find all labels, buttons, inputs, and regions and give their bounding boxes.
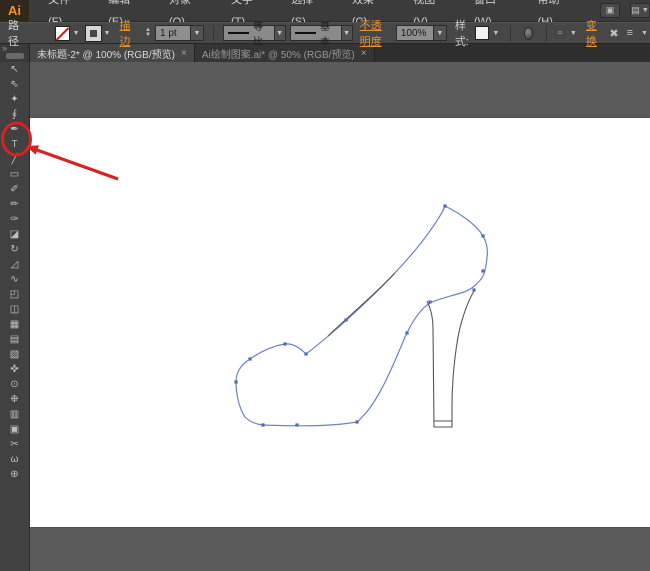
pencil-tool[interactable]: ✏: [0, 197, 30, 212]
select-similar-chevron-down-icon[interactable]: ▼: [639, 30, 650, 37]
eyedropper-tool[interactable]: ✜: [0, 362, 30, 377]
stroke-width-input[interactable]: 1 pt: [154, 25, 191, 41]
document-tab-active[interactable]: 未标题-2* @ 100% (RGB/预览) ×: [30, 44, 195, 62]
tools-panel-grip[interactable]: [6, 53, 24, 59]
slice-tool[interactable]: ✂: [0, 437, 30, 452]
style-label: 样式:: [454, 20, 469, 48]
opacity-panel-link[interactable]: 不透明度: [360, 17, 389, 49]
document-window: ↖ ⇖ ✦ ∮ ✒ T ╱ ▭ ✐ ✏ ✑ ◪ ↻ ◿ ∿ ◰ ◫ ▦ ▤ ▧ ✜ ⊙ ❉ ▥ ▣ ✂ ω ⊕: [0, 62, 650, 571]
symbol-sprayer-tool[interactable]: ❉: [0, 392, 30, 407]
close-icon[interactable]: ×: [361, 48, 367, 59]
align-icon[interactable]: ▫: [556, 27, 564, 39]
width-tool[interactable]: ∿: [0, 272, 30, 287]
rotate-tool[interactable]: ↻: [0, 242, 30, 257]
recolor-artwork-icon[interactable]: [524, 26, 534, 40]
stroke-chevron-down-icon[interactable]: ▼: [102, 30, 113, 37]
brush-chevron-down-icon[interactable]: ▼: [341, 25, 353, 41]
brush-definition-dropdown[interactable]: 基本: [289, 22, 342, 48]
graphic-style-swatch[interactable]: [475, 26, 490, 40]
profile-line-icon: [227, 32, 250, 34]
transform-panel-link[interactable]: 变换: [586, 17, 601, 49]
divider: [546, 25, 547, 41]
gradient-tool[interactable]: ▧: [0, 347, 30, 362]
pen-tool[interactable]: ✒: [0, 122, 30, 137]
paintbrush-tool[interactable]: ✐: [0, 182, 30, 197]
selection-tool[interactable]: ↖: [0, 62, 30, 77]
close-icon[interactable]: ×: [181, 48, 187, 59]
stroke-color-swatch[interactable]: [84, 24, 102, 42]
fill-chevron-down-icon[interactable]: ▼: [71, 30, 82, 37]
workspace-glyph: ▤: [631, 5, 640, 15]
opacity-input[interactable]: 100%: [395, 25, 434, 41]
divider: [212, 25, 214, 41]
line-segment-tool[interactable]: ╱: [0, 152, 30, 167]
align-chevron-down-icon[interactable]: ▼: [568, 30, 579, 37]
scale-tool[interactable]: ◿: [0, 257, 30, 272]
brush-line-icon: [294, 32, 317, 34]
tools-panel: ↖ ⇖ ✦ ∮ ✒ T ╱ ▭ ✐ ✏ ✑ ◪ ↻ ◿ ∿ ◰ ◫ ▦ ▤ ▧ ✜ ⊙ ❉ ▥ ▣ ✂ ω ⊕: [0, 62, 30, 571]
artboard-tool[interactable]: ▣: [0, 422, 30, 437]
brush-definition-value: 基本: [320, 22, 331, 48]
workspace-switcher-icon[interactable]: ▤ ▼: [630, 3, 650, 18]
select-similar-objects-icon[interactable]: ≡: [625, 27, 635, 39]
isolate-selected-object-icon[interactable]: ✖: [607, 27, 620, 40]
type-tool[interactable]: T: [0, 137, 30, 152]
divider: [510, 25, 512, 41]
document-tab-title: 未标题-2* @ 100% (RGB/预览): [37, 49, 175, 61]
blend-tool[interactable]: ⊙: [0, 377, 30, 392]
stroke-width-chevron-down-icon[interactable]: ▼: [190, 25, 204, 41]
free-transform-tool[interactable]: ◰: [0, 287, 30, 302]
zoom-tool[interactable]: ⊕: [0, 467, 30, 482]
stroke-panel-link[interactable]: 描边: [119, 17, 134, 49]
hand-tool[interactable]: ω: [0, 452, 30, 467]
direct-selection-tool[interactable]: ⇖: [0, 77, 30, 92]
width-profile-value: 等比: [253, 22, 264, 48]
blob-brush-tool[interactable]: ✑: [0, 212, 30, 227]
rectangle-tool[interactable]: ▭: [0, 167, 30, 182]
magic-wand-tool[interactable]: ✦: [0, 92, 30, 107]
stepper-down-icon[interactable]: ▼: [145, 32, 151, 38]
mesh-tool[interactable]: ▤: [0, 332, 30, 347]
column-graph-tool[interactable]: ▥: [0, 407, 30, 422]
lasso-tool[interactable]: ∮: [0, 107, 30, 122]
artboard[interactable]: [30, 118, 650, 527]
chevron-down-icon: ▼: [641, 7, 649, 14]
width-profile-chevron-down-icon[interactable]: ▼: [274, 25, 286, 41]
document-tab-inactive[interactable]: Ai绘制图案.ai* @ 50% (RGB/预览) ×: [194, 44, 375, 62]
style-chevron-down-icon[interactable]: ▼: [490, 30, 501, 37]
eraser-tool[interactable]: ◪: [0, 227, 30, 242]
fill-color-swatch[interactable]: [54, 25, 70, 41]
control-bar: 路径 ▼ ▼ 描边 ▲ ▼ 1 pt ▼ 等比 ▼ 基本 ▼ 不透明度 100%…: [0, 20, 650, 48]
width-profile-dropdown[interactable]: 等比: [222, 22, 275, 48]
shape-builder-tool[interactable]: ◫: [0, 302, 30, 317]
perspective-grid-tool[interactable]: ▦: [0, 317, 30, 332]
opacity-chevron-down-icon[interactable]: ▼: [433, 25, 447, 41]
context-label: 路径: [8, 20, 19, 48]
collapse-tools-icon[interactable]: »: [2, 43, 7, 53]
go-to-bridge-icon[interactable]: ▣: [600, 3, 620, 18]
stroke-width-stepper[interactable]: ▲ ▼: [145, 27, 151, 38]
